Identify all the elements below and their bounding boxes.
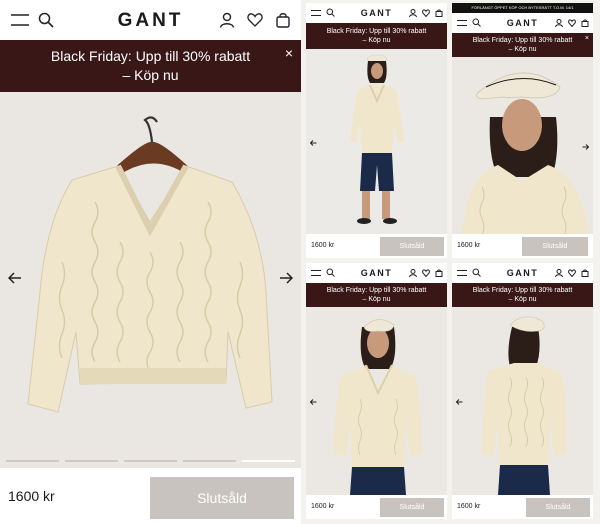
search-icon[interactable]	[38, 12, 54, 28]
product-image	[306, 307, 447, 495]
brand-logo[interactable]: GANT	[118, 10, 184, 32]
close-icon[interactable]: ×	[285, 44, 293, 63]
bag-icon[interactable]	[581, 19, 589, 27]
thumb-screen-2: FÖRLÄNGT ÖPPET KÖP OCH BYTESRÄTT T.O.M. …	[452, 3, 593, 258]
site-header: GANT	[452, 263, 593, 283]
promo-line-1: Black Friday: Upp till 30% rabatt	[472, 287, 573, 294]
promo-banner[interactable]: Black Friday: Upp till 30% rabatt – Köp …	[452, 33, 593, 57]
promo-line-1: Black Friday: Upp till 30% rabatt	[472, 37, 573, 44]
arrow-right-icon[interactable]	[279, 271, 294, 289]
product-price: 1600 kr	[457, 503, 481, 510]
menu-icon[interactable]	[457, 269, 467, 277]
promo-line-2: – Köp nu	[122, 67, 179, 83]
arrow-left-icon[interactable]	[7, 271, 22, 289]
promo-banner[interactable]: Black Friday: Upp till 30% rabatt – Köp …	[0, 40, 301, 92]
menu-icon[interactable]	[10, 12, 30, 28]
promo-line-2: – Köp nu	[362, 37, 391, 44]
account-icon[interactable]	[409, 9, 417, 17]
heart-icon[interactable]	[422, 9, 430, 17]
carousel-indicators	[6, 460, 295, 462]
purchase-bar: 1600 kr Slutsåld	[452, 495, 593, 519]
site-header: GANT	[306, 3, 447, 23]
screenshot-collage: GANT Black Friday: Upp till 30% rabatt –…	[0, 0, 600, 524]
sold-out-button[interactable]: Slutsåld	[150, 477, 294, 519]
sold-out-button[interactable]: Slutsåld	[522, 237, 588, 256]
bag-icon[interactable]	[275, 12, 291, 28]
menu-icon[interactable]	[311, 269, 321, 277]
product-price: 1600 kr	[457, 242, 481, 249]
heart-icon[interactable]	[568, 19, 576, 27]
heart-icon[interactable]	[568, 269, 576, 277]
site-header: GANT	[306, 263, 447, 283]
sold-out-button[interactable]: Slutsåld	[380, 237, 444, 256]
menu-icon[interactable]	[311, 9, 321, 17]
search-icon[interactable]	[326, 8, 335, 17]
promo-line-1: Black Friday: Upp till 30% rabatt	[326, 287, 427, 294]
carousel-dot[interactable]	[65, 460, 118, 462]
account-icon[interactable]	[555, 269, 563, 277]
brand-logo[interactable]: GANT	[507, 18, 539, 28]
bag-icon[interactable]	[435, 269, 443, 277]
brand-logo[interactable]: GANT	[507, 268, 539, 278]
carousel-dot-active[interactable]	[242, 460, 295, 462]
thumb-screen-1: GANT Black Friday: Upp till 30% rabatt –…	[306, 3, 447, 258]
bag-icon[interactable]	[435, 9, 443, 17]
product-price: 1600 kr	[311, 242, 335, 249]
promo-banner[interactable]: Black Friday: Upp till 30% rabatt – Köp …	[452, 283, 593, 307]
search-icon[interactable]	[472, 18, 481, 27]
arrow-left-icon[interactable]	[455, 392, 463, 410]
sold-out-button[interactable]: Slutsåld	[380, 498, 444, 517]
carousel-dot[interactable]	[183, 460, 236, 462]
promo-line-1: Black Friday: Upp till 30% rabatt	[50, 48, 251, 64]
promo-line-2: – Köp nu	[362, 296, 391, 303]
promo-line-2: – Köp nu	[508, 296, 537, 303]
product-image	[452, 57, 593, 234]
main-product-screen: GANT Black Friday: Upp till 30% rabatt –…	[0, 0, 301, 524]
thumb-screen-4: GANT Black Friday: Upp till 30% rabatt –…	[452, 263, 593, 519]
purchase-bar: 1600 kr Slutsåld	[306, 495, 447, 519]
carousel-dot[interactable]	[6, 460, 59, 462]
thumb-screen-3: GANT Black Friday: Upp till 30% rabatt –…	[306, 263, 447, 519]
purchase-bar: 1600 kr Slutsåld	[452, 234, 593, 258]
menu-icon[interactable]	[457, 19, 467, 27]
product-image	[452, 307, 593, 495]
search-icon[interactable]	[472, 268, 481, 277]
account-icon[interactable]	[409, 269, 417, 277]
purchase-bar: 1600 kr Slutsåld	[306, 234, 447, 258]
product-price: 1600 kr	[311, 503, 335, 510]
product-image	[0, 92, 301, 468]
sold-out-button[interactable]: Slutsåld	[526, 498, 590, 517]
brand-logo[interactable]: GANT	[361, 268, 393, 278]
bag-icon[interactable]	[581, 269, 589, 277]
product-image	[306, 49, 447, 234]
account-icon[interactable]	[555, 19, 563, 27]
product-price: 1600 kr	[8, 488, 55, 504]
heart-icon[interactable]	[422, 269, 430, 277]
heart-icon[interactable]	[247, 12, 263, 28]
promo-banner[interactable]: Black Friday: Upp till 30% rabatt – Köp …	[306, 283, 447, 307]
site-header: GANT	[452, 13, 593, 33]
search-icon[interactable]	[326, 268, 335, 277]
promo-line-1: Black Friday: Upp till 30% rabatt	[326, 28, 427, 35]
site-header: GANT	[0, 0, 301, 40]
top-notice-strip: FÖRLÄNGT ÖPPET KÖP OCH BYTESRÄTT T.O.M. …	[452, 3, 593, 13]
carousel-dot[interactable]	[124, 460, 177, 462]
promo-banner[interactable]: Black Friday: Upp till 30% rabatt – Köp …	[306, 23, 447, 49]
account-icon[interactable]	[219, 12, 235, 28]
close-icon[interactable]: ×	[585, 34, 589, 43]
promo-line-2: – Köp nu	[508, 46, 537, 53]
purchase-bar: 1600 kr Slutsåld	[0, 468, 301, 524]
arrow-right-icon[interactable]	[582, 137, 590, 155]
arrow-left-icon[interactable]	[309, 133, 317, 151]
arrow-left-icon[interactable]	[309, 392, 317, 410]
brand-logo[interactable]: GANT	[361, 8, 393, 18]
